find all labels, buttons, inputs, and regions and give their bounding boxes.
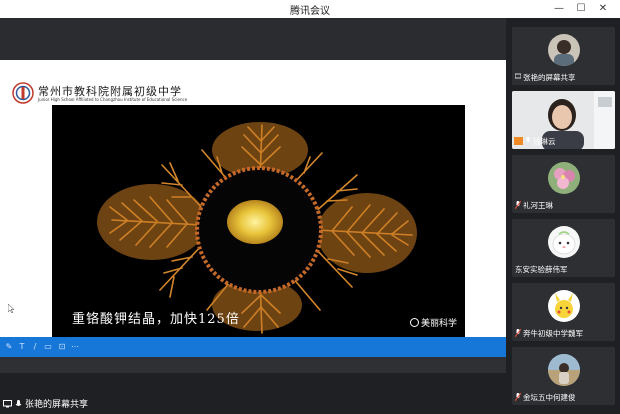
- user-icon: [514, 137, 523, 145]
- avatar: [548, 34, 580, 66]
- text-icon[interactable]: T: [17, 342, 27, 352]
- participant-tile[interactable]: 钱琳云: [512, 91, 615, 149]
- sharer-label: 张艳的屏幕共享: [3, 397, 88, 410]
- top-strip: [0, 18, 506, 60]
- pen-icon[interactable]: /: [30, 342, 40, 352]
- meeting-app: 腾讯会议 — ☐ ✕ 常州市教科院附属初级中学 Junior High Scho…: [0, 0, 620, 414]
- participant-name: 礼河王琳: [515, 200, 553, 211]
- minimize-button[interactable]: —: [552, 2, 566, 15]
- crystal-image: [97, 122, 417, 334]
- bottom-strip: [0, 357, 506, 373]
- participant-tile[interactable]: 金坛五中何建俊: [512, 347, 615, 405]
- mic-icon: [515, 201, 521, 209]
- mic-icon: [526, 137, 530, 142]
- screen-share-icon: [3, 400, 12, 408]
- avatar: [548, 226, 580, 258]
- avatar: [548, 162, 580, 194]
- participant-name: 张艳的屏幕共享: [515, 72, 576, 83]
- bottom-area: 张艳的屏幕共享: [0, 357, 506, 414]
- school-subtitle: Junior High School Affiliated to Changzh…: [38, 97, 188, 102]
- watermark-text: 美丽科学: [420, 319, 457, 329]
- participant-name-text: 奔牛初级中学魏军: [523, 329, 583, 338]
- participant-tile[interactable]: 张艳的屏幕共享: [512, 27, 615, 85]
- watermark: 美丽科学: [409, 316, 457, 329]
- shared-video: 重铬酸钾结晶，加快125倍 美丽科学: [52, 105, 465, 337]
- screenshot-icon[interactable]: ⊡: [57, 342, 67, 352]
- screen-share-icon: [515, 73, 521, 79]
- participant-name-text: 东安实验薛伟军: [515, 265, 568, 274]
- participant-name: 钱琳云: [514, 136, 556, 147]
- participant-name-text: 礼河王琳: [523, 201, 553, 210]
- maximize-button[interactable]: ☐: [574, 2, 588, 15]
- brush-icon[interactable]: ✎: [4, 342, 14, 352]
- screen-share-area: 常州市教科院附属初级中学 Junior High School Affiliat…: [0, 60, 506, 357]
- mouse-cursor-icon: [8, 304, 14, 313]
- window-title: 腾讯会议: [290, 6, 330, 17]
- close-button[interactable]: ✕: [596, 2, 610, 15]
- title-bar: 腾讯会议 — ☐ ✕: [0, 0, 620, 18]
- avatar: [548, 354, 580, 386]
- school-logo-icon: [12, 82, 34, 104]
- mic-icon: [515, 329, 521, 337]
- avatar: [548, 290, 580, 322]
- participant-name: 奔牛初级中学魏军: [515, 328, 583, 339]
- eraser-icon[interactable]: ▭: [43, 342, 53, 352]
- participant-name-text: 金坛五中何建俊: [523, 393, 576, 402]
- participant-name-text: 张艳的屏幕共享: [523, 73, 576, 82]
- participant-name-text: 钱琳云: [533, 137, 556, 146]
- participant-tile[interactable]: 奔牛初级中学魏军: [512, 283, 615, 341]
- more-icon[interactable]: ⋯: [70, 342, 80, 352]
- mic-icon: [15, 400, 22, 406]
- video-caption: 重铬酸钾结晶，加快125倍: [72, 312, 240, 327]
- sharer-label-text: 张艳的屏幕共享: [25, 400, 89, 410]
- watermark-logo-icon: [409, 318, 419, 327]
- participant-panel: 张艳的屏幕共享 钱琳云 礼河王琳 东安实验薛伟军 奔牛初级中学魏军 金坛五中何建…: [506, 18, 620, 414]
- participant-name: 金坛五中何建俊: [515, 392, 576, 403]
- participant-tile[interactable]: 礼河王琳: [512, 155, 615, 213]
- annotation-toolbar: ✎ T / ▭ ⊡ ⋯: [0, 337, 506, 357]
- participant-name: 东安实验薛伟军: [515, 264, 568, 275]
- mic-icon: [515, 393, 521, 401]
- participant-tile[interactable]: 东安实验薛伟军: [512, 219, 615, 277]
